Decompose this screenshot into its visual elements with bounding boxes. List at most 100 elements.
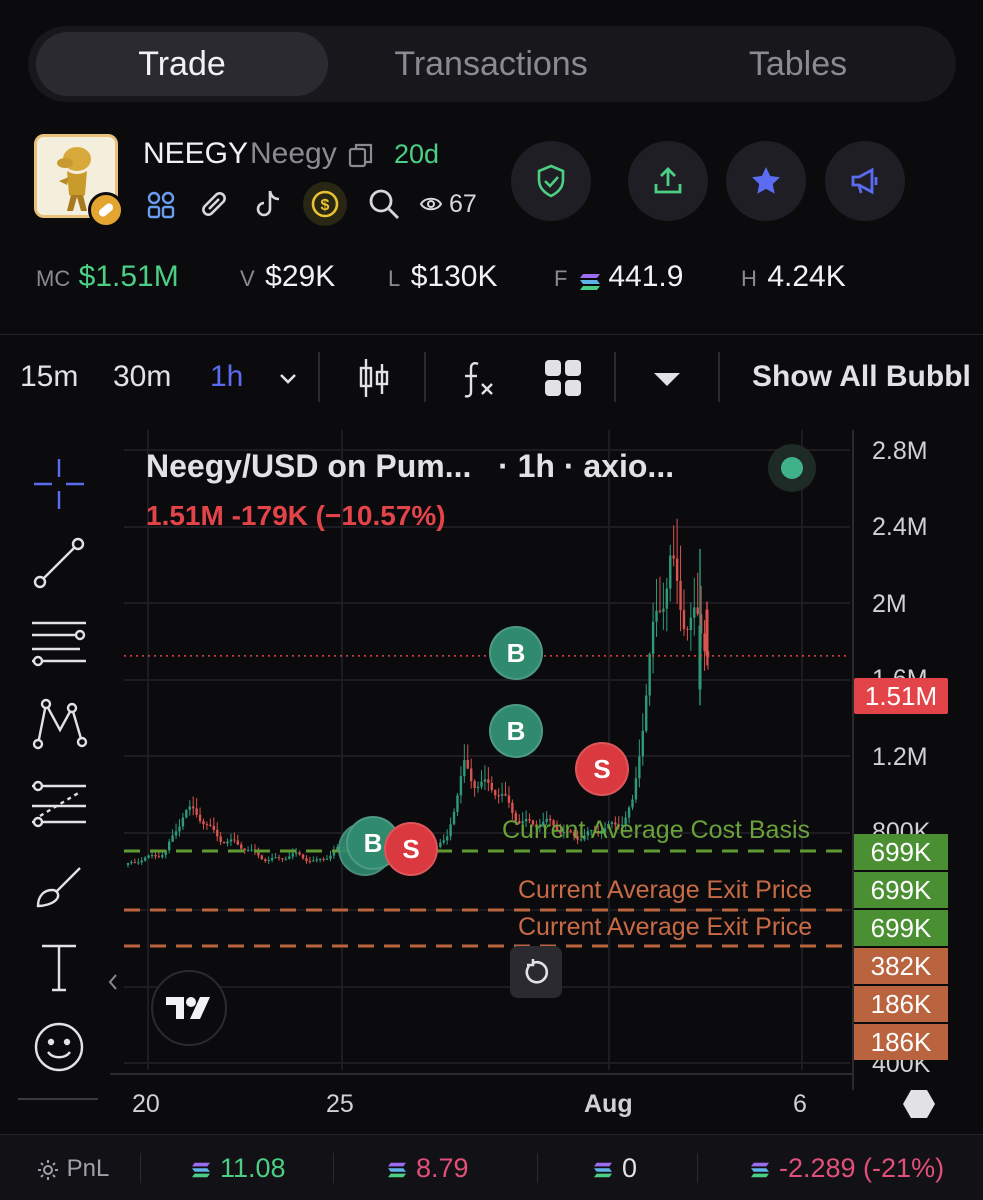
candle-body <box>216 829 219 837</box>
pnl-bought: 11.08 <box>190 1153 286 1184</box>
announce-button[interactable] <box>825 141 905 221</box>
candles-icon[interactable] <box>356 356 392 400</box>
candle-body <box>675 558 679 581</box>
collapse-tools-icon[interactable] <box>106 972 120 992</box>
candle-body <box>651 621 655 654</box>
candle-body <box>154 855 157 857</box>
candle-body <box>219 836 222 842</box>
toolbar-divider <box>614 352 616 402</box>
exit-price-label: Current Average Exit Price <box>518 876 813 904</box>
pnl-separator <box>140 1153 141 1183</box>
search-icon[interactable] <box>367 187 401 221</box>
sell-marker[interactable]: S <box>384 822 438 876</box>
link-icon[interactable] <box>197 187 231 221</box>
copy-icon[interactable] <box>347 141 375 169</box>
share-button[interactable] <box>628 141 708 221</box>
candle-body <box>147 855 150 858</box>
token-name[interactable]: Neegy <box>250 137 337 171</box>
layout-grid-icon[interactable] <box>543 358 583 398</box>
stat-liquidity: L $130K <box>388 260 498 293</box>
candle-body <box>222 841 226 844</box>
y-tick: 2.4M <box>872 513 928 541</box>
tab-tables[interactable]: Tables <box>648 32 948 96</box>
buy-marker[interactable]: B <box>489 704 543 758</box>
candle-body <box>140 860 143 863</box>
candle-body <box>291 853 294 857</box>
candle-body <box>209 824 212 826</box>
candle-body <box>240 844 243 849</box>
solana-icon <box>388 1162 406 1178</box>
tiktok-icon[interactable] <box>252 187 284 221</box>
candle-body <box>284 858 288 860</box>
buy-marker[interactable]: B <box>489 626 543 680</box>
chevron-down-icon[interactable] <box>276 368 300 388</box>
indicators-icon[interactable] <box>460 358 498 398</box>
x-tick: 20 <box>132 1090 160 1118</box>
security-button[interactable] <box>511 141 591 221</box>
candle-body <box>246 850 250 852</box>
chart-symbol-title: Neegy/USD on Pum... · 1h · axio... <box>146 448 675 484</box>
candle-body <box>511 802 514 814</box>
candle-body <box>202 821 205 825</box>
candle-body <box>693 607 696 618</box>
token-ticker: NEEGY <box>143 137 249 170</box>
candle-body <box>459 776 463 796</box>
tab-trade[interactable]: Trade <box>36 32 328 96</box>
candle-body <box>281 858 284 860</box>
candle-body <box>264 859 267 862</box>
candle-body <box>181 817 185 827</box>
candle-body <box>274 857 277 859</box>
tab-transactions[interactable]: Transactions <box>343 32 639 96</box>
star-icon <box>752 167 780 194</box>
chart-ohlc: 1.51M -179K (−10.57%) <box>146 500 446 531</box>
candle-body <box>161 855 164 858</box>
candle-body <box>480 781 483 787</box>
candle-body <box>133 862 137 864</box>
candle-body <box>318 858 322 860</box>
megaphone-icon <box>851 167 878 195</box>
x-tick: 25 <box>326 1090 354 1118</box>
settings-hexagon-icon[interactable] <box>902 1088 936 1120</box>
pnl-settings[interactable]: PnL <box>36 1155 109 1183</box>
candle-body <box>445 836 449 841</box>
candle-body <box>696 607 699 615</box>
exit-price-tag: 186K <box>854 986 948 1022</box>
stat-holders: H 4.24K <box>741 260 846 293</box>
eye-icon <box>419 194 443 214</box>
community-icon[interactable] <box>145 189 177 221</box>
reset-icon <box>525 959 549 984</box>
market-cap-value: $1.51M <box>78 260 179 293</box>
candle-body <box>188 806 191 810</box>
candle-body <box>473 781 476 789</box>
candle-body <box>449 824 452 837</box>
show-bubbles-button[interactable]: Show All Bubbl <box>752 360 971 394</box>
candle-body <box>192 806 195 809</box>
candle-body <box>270 858 274 861</box>
candle-body <box>229 839 233 842</box>
pnl-separator <box>333 1153 334 1183</box>
pnl-total: -2.289 (-21%) <box>749 1153 944 1184</box>
interval-1h[interactable]: 1h <box>210 360 243 394</box>
interval-30m[interactable]: 30m <box>113 360 171 394</box>
tools-divider <box>18 1098 98 1100</box>
interval-15m[interactable]: 15m <box>20 360 78 394</box>
candle-body <box>329 855 332 859</box>
candle-body <box>305 858 308 862</box>
sell-marker[interactable]: S <box>575 742 629 796</box>
candle-body <box>456 795 459 812</box>
reset-chart-button[interactable] <box>510 946 562 998</box>
dex-paid-icon[interactable]: $ <box>303 182 347 226</box>
toolbar-divider <box>718 352 720 402</box>
candle-body <box>439 842 442 847</box>
candle-body <box>315 859 318 861</box>
candle-body <box>226 841 229 844</box>
y-tick: 2M <box>872 590 907 618</box>
header-divider <box>0 334 983 335</box>
favorite-button[interactable] <box>726 141 806 221</box>
caret-down-icon[interactable] <box>652 370 682 388</box>
stat-volume: V $29K <box>240 260 336 293</box>
candle-body <box>504 794 507 796</box>
candle-body <box>157 856 161 858</box>
tradingview-logo[interactable] <box>151 970 227 1046</box>
candle-body <box>126 863 130 865</box>
